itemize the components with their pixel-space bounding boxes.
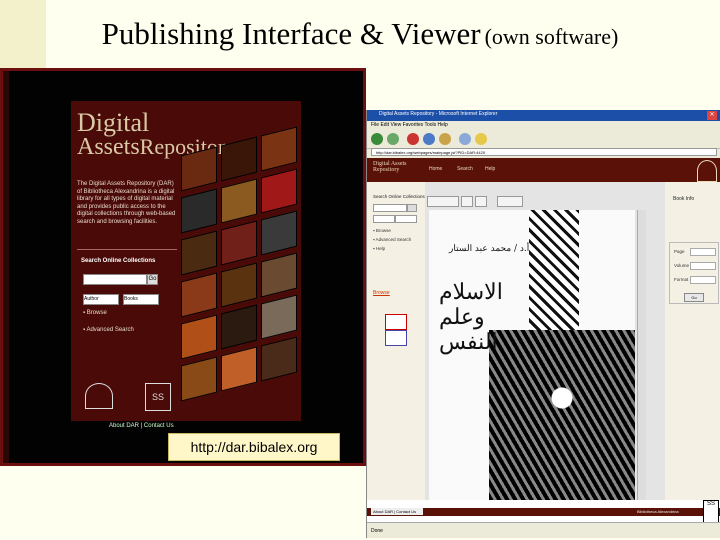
portal-search-panel: Search Online Collections Go Author Book… [77, 249, 177, 370]
home-icon[interactable] [439, 133, 451, 145]
portal-advanced-search-link[interactable]: ▪ Advanced Search [83, 327, 134, 333]
sidebar-collection-select[interactable] [395, 215, 417, 223]
portal-search-collection-select[interactable]: Books [123, 294, 159, 305]
sidebar-browse-link[interactable]: Browse [373, 290, 390, 296]
bibalex-logo-icon [85, 383, 113, 409]
page-input[interactable] [690, 248, 716, 256]
sidebar-search-title: Search Online Collections [373, 194, 425, 199]
viewer-screenshot: Digital Assets Repository - Microsoft In… [366, 110, 720, 538]
ssp-logo-icon: SS [145, 383, 171, 411]
ornament-pattern [489, 330, 635, 500]
search-icon[interactable] [459, 133, 471, 145]
portal-image-mosaic [181, 126, 301, 421]
slide-title-main: Publishing Interface & Viewer [101, 16, 481, 51]
favorites-icon[interactable] [475, 133, 487, 145]
portal-footer-links[interactable]: About DAR | Contact Us [109, 423, 174, 429]
portal-search-input[interactable] [83, 274, 147, 285]
format-input[interactable] [690, 276, 716, 284]
tab-search[interactable]: Search [457, 166, 473, 172]
close-icon[interactable]: ✕ [707, 111, 717, 120]
book-info-title: Book Info [673, 196, 695, 202]
tab-home[interactable]: Home [429, 166, 442, 172]
zoom-select[interactable] [497, 196, 523, 207]
slide-title-sub: (own software) [484, 24, 619, 49]
portal-screenshot: Digital AssetsRepository The Digital Ass… [0, 68, 366, 466]
slide-title: Publishing Interface & Viewer (own softw… [0, 16, 720, 52]
sidebar-search-input[interactable] [373, 204, 407, 212]
book-info-form: Page Volume Format Go [669, 242, 719, 304]
browser-menubar[interactable]: File Edit View Favorites Tools Help [367, 121, 720, 130]
portal-page: Digital AssetsRepository The Digital Ass… [71, 101, 301, 421]
viewer-toolbar [427, 196, 587, 207]
document-scrollbar[interactable] [637, 210, 646, 500]
page-select[interactable] [427, 196, 459, 207]
sidebar-option-browse[interactable]: ▪ Browse [373, 228, 391, 233]
stop-icon[interactable] [407, 133, 419, 145]
viewer-header: Digital Assets Repository Home Search He… [367, 158, 720, 182]
next-page-icon[interactable] [475, 196, 487, 207]
dar-url-label[interactable]: http://dar.bibalex.org [168, 433, 340, 461]
sidebar-field-select[interactable] [373, 215, 395, 223]
refresh-icon[interactable] [423, 133, 435, 145]
prev-page-icon[interactable] [461, 196, 473, 207]
viewer-footer-text: Bibliotheca Alexandrina [637, 509, 679, 514]
viewer-left-sidebar: Search Online Collections ▪ Browse ▪ Adv… [367, 182, 426, 522]
viewer-page: Digital Assets Repository Home Search He… [367, 158, 720, 524]
viewer-footer-button[interactable]: About DAR | Contact Us [371, 508, 423, 515]
djvu-plugin-badge-icon[interactable] [385, 330, 407, 346]
sidebar-option-advanced[interactable]: ▪ Advanced Search [373, 237, 411, 242]
address-bar[interactable]: http://dar.bibalex.org/webpages/mainpage… [371, 148, 717, 156]
portal-background: Digital AssetsRepository The Digital Ass… [9, 71, 363, 463]
book-info-go-button[interactable]: Go [684, 293, 704, 302]
ssp-footer-logo-icon: SS [703, 500, 719, 524]
tab-help[interactable]: Help [485, 166, 495, 172]
portal-partner-logos: SS [77, 381, 177, 411]
book-page-image: أ.د / محمد عبد الستار الاسلام وعلم النفس [429, 210, 635, 500]
back-icon[interactable] [371, 133, 383, 145]
browser-statusbar: Done [367, 522, 720, 538]
portal-search-field-select[interactable]: Author [83, 294, 119, 305]
bibalex-header-icon [697, 160, 717, 182]
sidebar-search-go-button[interactable] [407, 204, 417, 212]
portal-intro-text: The Digital Assets Repository (DAR) of B… [77, 181, 176, 225]
browser-titlebar: Digital Assets Repository - Microsoft In… [367, 110, 720, 121]
viewer-dar-logo: Digital Assets Repository [373, 161, 407, 173]
browser-toolbar [367, 130, 720, 149]
portal-browse-link[interactable]: ▪ Browse [83, 310, 107, 316]
viewer-right-panel: Book Info Page Volume Format Go [665, 182, 720, 522]
author-calligraphy: أ.د / محمد عبد الستار [449, 244, 530, 254]
volume-input[interactable] [690, 262, 716, 270]
portal-search-go-button[interactable]: Go [147, 274, 158, 285]
portal-search-title: Search Online Collections [81, 258, 156, 264]
document-viewer: أ.د / محمد عبد الستار الاسلام وعلم النفس [425, 182, 665, 500]
forward-icon[interactable] [387, 133, 399, 145]
browser-window-title: Digital Assets Repository - Microsoft In… [379, 111, 498, 117]
title-calligraphy: الاسلام وعلم النفس [439, 280, 503, 355]
acrobat-reader-badge-icon[interactable] [385, 314, 407, 330]
viewer-footer: About DAR | Contact Us Bibliotheca Alexa… [367, 500, 720, 524]
sidebar-option-help[interactable]: ▪ Help [373, 246, 385, 251]
